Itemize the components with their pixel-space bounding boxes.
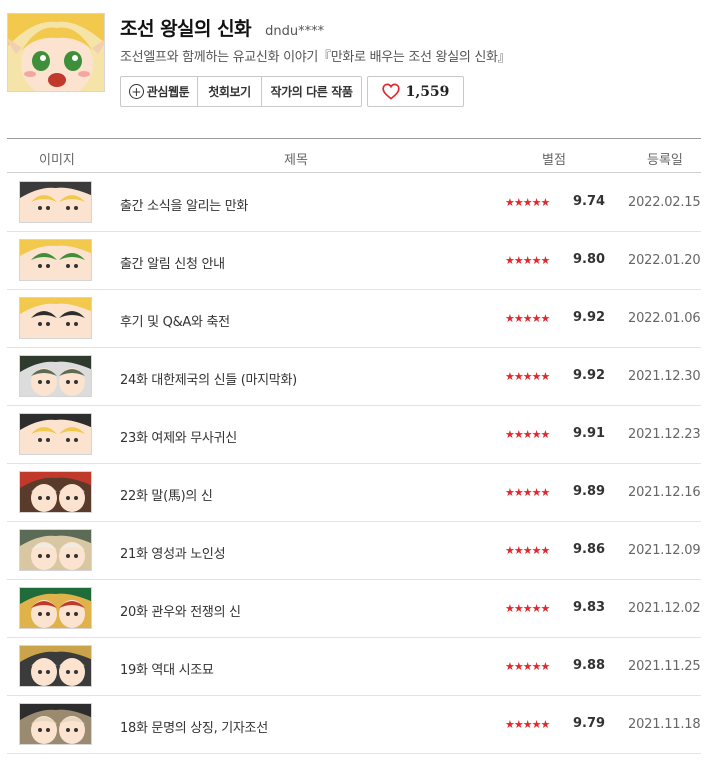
star-rating-icon: ★★★★★ xyxy=(505,370,550,383)
episode-thumbnail[interactable] xyxy=(19,529,92,571)
author-name[interactable]: dndu**** xyxy=(265,24,324,39)
episode-date: 2021.12.02 xyxy=(628,601,701,616)
episode-score: 9.83 xyxy=(573,600,606,615)
star-rating-icon: ★★★★★ xyxy=(505,602,550,615)
episode-row[interactable]: 24화 대한제국의 신들 (마지막화) ★★★★★ 9.92 2021.12.30 xyxy=(7,348,701,406)
episode-thumbnail[interactable] xyxy=(19,703,92,745)
episode-row[interactable]: 21화 영성과 노인성 ★★★★★ 9.86 2021.12.09 xyxy=(7,522,701,580)
episode-row[interactable]: 출간 알림 신청 안내 ★★★★★ 9.80 2022.01.20 xyxy=(7,232,701,290)
episode-score: 9.88 xyxy=(573,658,606,673)
episode-date: 2021.11.18 xyxy=(628,717,701,732)
column-header-date: 등록일 xyxy=(647,153,683,168)
episode-thumbnail-image xyxy=(20,646,91,686)
episode-date: 2021.12.30 xyxy=(628,369,701,384)
episode-title[interactable]: 24화 대한제국의 신들 (마지막화) xyxy=(120,369,297,388)
star-rating-icon: ★★★★★ xyxy=(505,718,550,731)
episode-score: 9.86 xyxy=(573,542,606,557)
episode-title[interactable]: 23화 여제와 무사귀신 xyxy=(120,427,237,446)
star-rating-icon: ★★★★★ xyxy=(505,254,550,267)
episode-title[interactable]: 후기 및 Q&A와 축전 xyxy=(120,311,230,330)
table-header: 이미지 제목 별점 등록일 xyxy=(7,139,701,173)
episode-thumbnail-image xyxy=(20,356,91,396)
title-row: 조선 왕실의 신화 dndu**** xyxy=(120,14,324,40)
star-rating-icon: ★★★★★ xyxy=(505,196,550,209)
column-header-image: 이미지 xyxy=(39,153,75,168)
webtoon-title: 조선 왕실의 신화 xyxy=(120,18,252,40)
episode-date: 2021.12.16 xyxy=(628,485,701,500)
episode-thumbnail[interactable] xyxy=(19,355,92,397)
episode-title[interactable]: 22화 말(馬)의 신 xyxy=(120,485,213,504)
star-rating-icon: ★★★★★ xyxy=(505,312,550,325)
favorite-label: 관심웹툰 xyxy=(146,85,190,99)
star-rating-icon: ★★★★★ xyxy=(505,544,550,557)
episode-date: 2021.12.09 xyxy=(628,543,701,558)
episode-date: 2021.11.25 xyxy=(628,659,701,674)
action-button-group: + 관심웹툰 첫회보기 작가의 다른 작품 xyxy=(120,76,362,107)
episode-thumbnail-image xyxy=(20,588,91,628)
episode-title[interactable]: 출간 소식을 알리는 만화 xyxy=(120,195,248,214)
star-rating-icon: ★★★★★ xyxy=(505,428,550,441)
episode-score: 9.92 xyxy=(573,310,606,325)
episode-thumbnail[interactable] xyxy=(19,181,92,223)
favorite-button[interactable]: + 관심웹툰 xyxy=(121,77,198,106)
episode-thumbnail-image xyxy=(20,240,91,280)
episode-thumbnail[interactable] xyxy=(19,413,92,455)
episode-list: 출간 소식을 알리는 만화 ★★★★★ 9.74 2022.02.15 출간 알림 신청… xyxy=(7,174,701,754)
heart-icon xyxy=(381,83,400,100)
star-rating-icon: ★★★★★ xyxy=(505,660,550,673)
episode-thumbnail[interactable] xyxy=(19,239,92,281)
webtoon-description: 조선엘프와 함께하는 유교신화 이야기『만화로 배우는 조선 왕실의 신화』 xyxy=(120,50,511,65)
episode-thumbnail[interactable] xyxy=(19,587,92,629)
elf-character-image xyxy=(8,14,104,91)
plus-circle-icon: + xyxy=(128,84,144,99)
webtoon-thumbnail[interactable] xyxy=(7,13,105,92)
episode-thumbnail[interactable] xyxy=(19,471,92,513)
like-count: 1,559 xyxy=(405,83,450,100)
episode-thumbnail-image xyxy=(20,414,91,454)
column-header-title: 제목 xyxy=(284,153,308,168)
episode-title[interactable]: 20화 관우와 전쟁의 신 xyxy=(120,601,241,620)
column-header-rating: 별점 xyxy=(542,153,566,168)
episode-thumbnail[interactable] xyxy=(19,645,92,687)
episode-date: 2022.01.20 xyxy=(628,253,701,268)
first-episode-button[interactable]: 첫회보기 xyxy=(198,77,262,106)
episode-date: 2022.02.15 xyxy=(628,195,701,210)
episode-score: 9.80 xyxy=(573,252,606,267)
episode-score: 9.91 xyxy=(573,426,606,441)
episode-row[interactable]: 22화 말(馬)의 신 ★★★★★ 9.89 2021.12.16 xyxy=(7,464,701,522)
episode-score: 9.89 xyxy=(573,484,606,499)
webtoon-header: 조선 왕실의 신화 dndu**** 조선엘프와 함께하는 유교신화 이야기『만… xyxy=(0,0,706,138)
episode-score: 9.74 xyxy=(573,194,606,209)
episode-row[interactable]: 후기 및 Q&A와 축전 ★★★★★ 9.92 2022.01.06 xyxy=(7,290,701,348)
episode-row[interactable]: 19화 역대 시조묘 ★★★★★ 9.88 2021.11.25 xyxy=(7,638,701,696)
episode-row[interactable]: 20화 관우와 전쟁의 신 ★★★★★ 9.83 2021.12.02 xyxy=(7,580,701,638)
episode-title[interactable]: 21화 영성과 노인성 xyxy=(120,543,226,562)
star-rating-icon: ★★★★★ xyxy=(505,486,550,499)
episode-date: 2022.01.06 xyxy=(628,311,701,326)
episode-thumbnail-image xyxy=(20,704,91,744)
episode-score: 9.79 xyxy=(573,716,606,731)
episode-thumbnail-image xyxy=(20,298,91,338)
episode-thumbnail-image xyxy=(20,530,91,570)
episode-score: 9.92 xyxy=(573,368,606,383)
like-button[interactable]: 1,559 xyxy=(367,76,464,107)
other-works-button[interactable]: 작가의 다른 작품 xyxy=(262,77,361,106)
episode-title[interactable]: 출간 알림 신청 안내 xyxy=(120,253,225,272)
episode-thumbnail-image xyxy=(20,472,91,512)
episode-thumbnail[interactable] xyxy=(19,297,92,339)
episode-row[interactable]: 출간 소식을 알리는 만화 ★★★★★ 9.74 2022.02.15 xyxy=(7,174,701,232)
episode-date: 2021.12.23 xyxy=(628,427,701,442)
episode-title[interactable]: 18화 문명의 상징, 기자조선 xyxy=(120,717,268,736)
episode-row[interactable]: 18화 문명의 상징, 기자조선 ★★★★★ 9.79 2021.11.18 xyxy=(7,696,701,754)
episode-thumbnail-image xyxy=(20,182,91,222)
episode-row[interactable]: 23화 여제와 무사귀신 ★★★★★ 9.91 2021.12.23 xyxy=(7,406,701,464)
episode-title[interactable]: 19화 역대 시조묘 xyxy=(120,659,214,678)
